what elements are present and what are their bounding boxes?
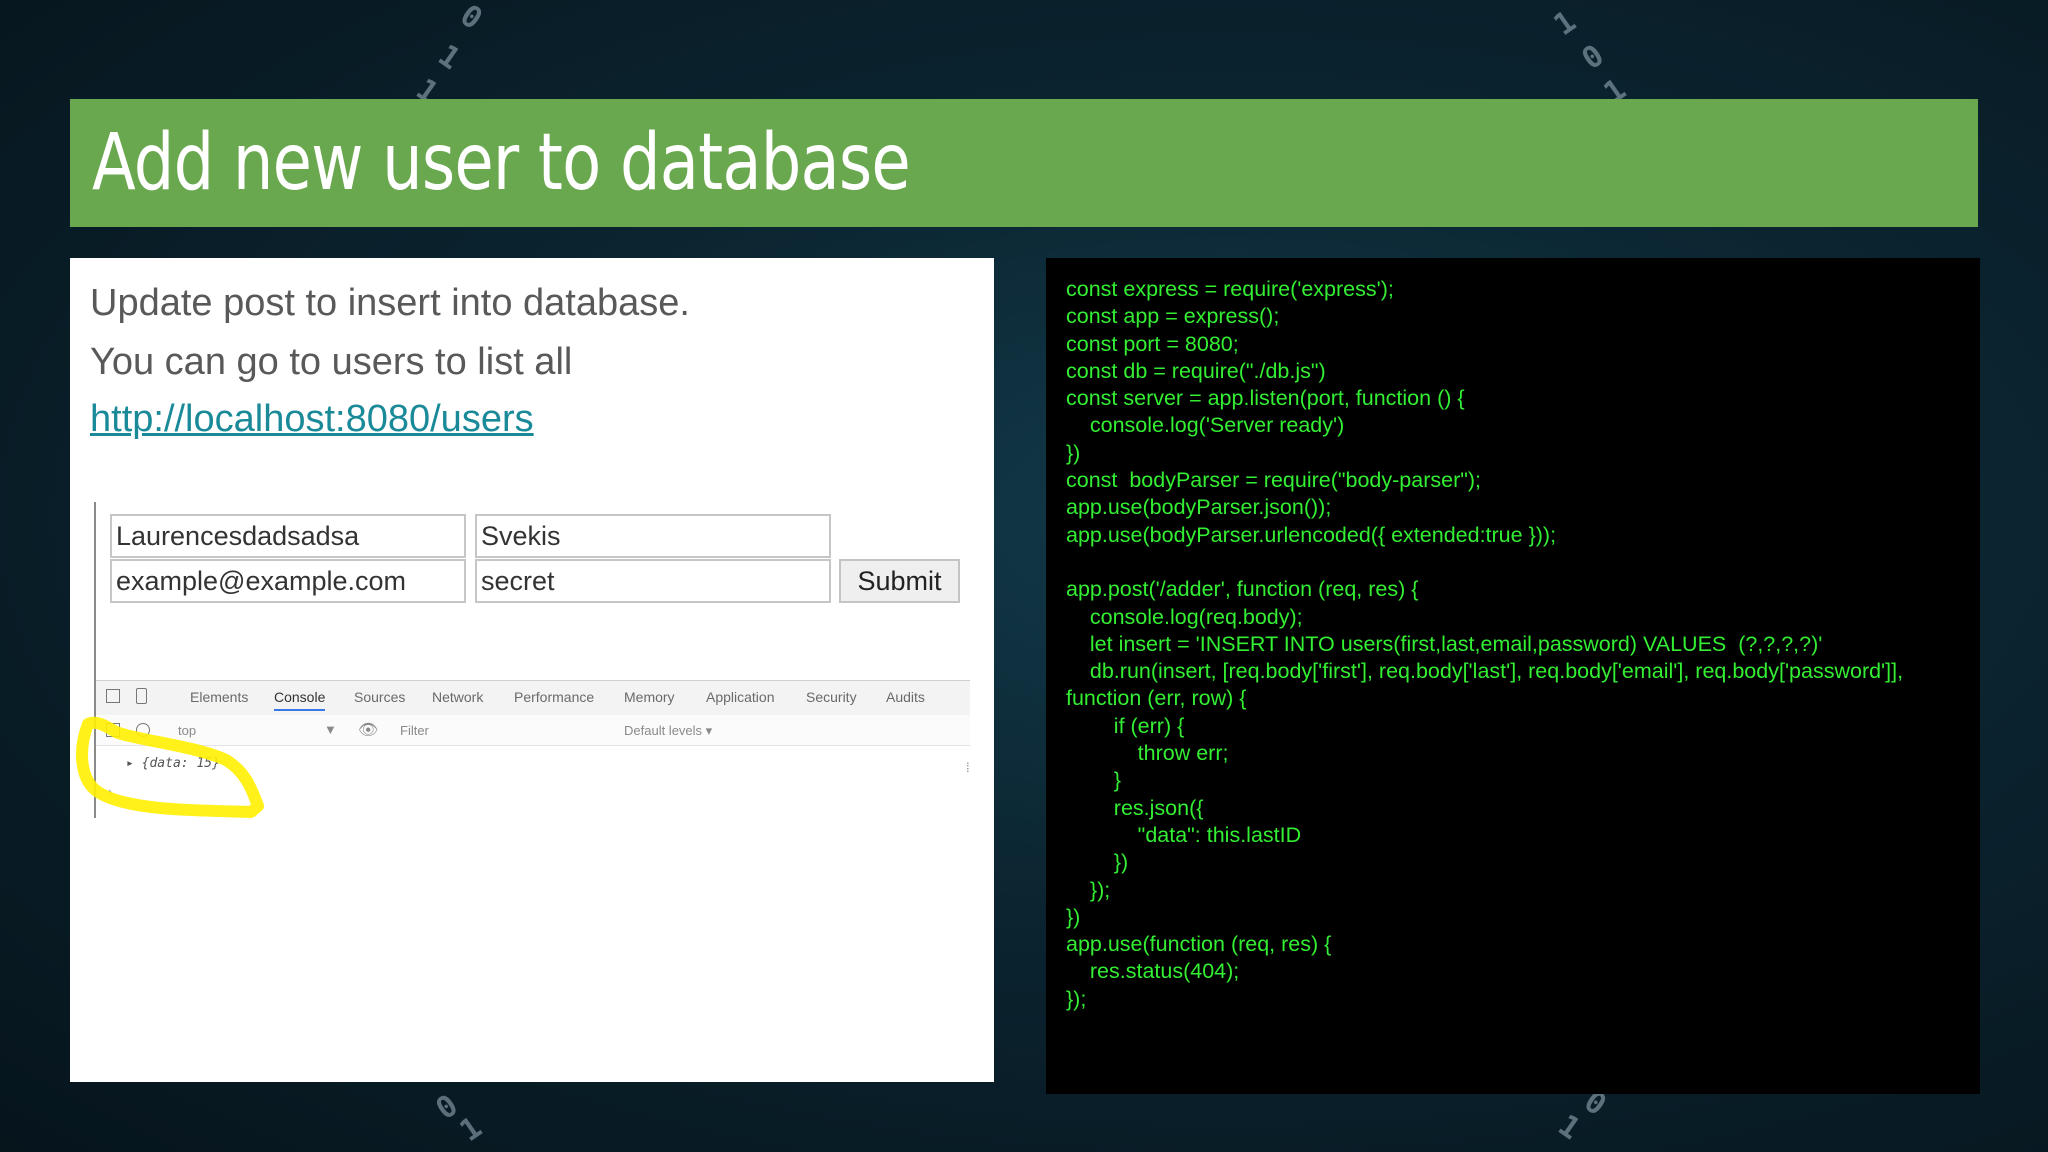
devtools-panel: Elements Console Sources Network Perform… <box>76 680 970 820</box>
tab-elements[interactable]: Elements <box>190 689 248 705</box>
chevron-down-icon[interactable]: ▼ <box>324 722 337 737</box>
code-panel: const express = require('express'); const… <box>1046 258 1980 1094</box>
tab-memory[interactable]: Memory <box>624 689 675 705</box>
code-line: if (err) { <box>1066 713 1185 738</box>
code-line: throw err; <box>1066 741 1229 766</box>
yellow-highlight-mark <box>76 716 264 818</box>
code-line: db.run(insert, [req.body['first'], req.b… <box>1066 659 1904 684</box>
code-line: app.post('/adder', function (req, res) { <box>1066 577 1419 602</box>
eye-icon[interactable]: 👁 <box>358 720 378 740</box>
left-content-panel: Update post to insert into database. You… <box>70 258 994 1082</box>
code-line: }) <box>1066 850 1129 875</box>
code-line: app.use(bodyParser.urlencoded({ extended… <box>1066 522 1557 547</box>
code-line: const db = require("./db.js") <box>1066 358 1326 383</box>
filter-input[interactable]: Filter <box>400 723 429 738</box>
password-field[interactable]: secret <box>475 559 831 603</box>
code-line: let insert = 'INSERT INTO users(first,la… <box>1066 631 1823 656</box>
slide-title-bar: Add new user to database <box>70 99 1978 227</box>
code-line: const app = express(); <box>1066 304 1280 329</box>
code-line: }) <box>1066 440 1081 465</box>
code-line: console.log('Server ready') <box>1066 413 1345 438</box>
background-binary-glyph: 1 <box>431 37 467 78</box>
code-line: }) <box>1066 904 1081 929</box>
code-line: app.use(function (req, res) { <box>1066 932 1332 957</box>
code-line: }); <box>1066 877 1111 902</box>
code-line: }); <box>1066 986 1087 1011</box>
email-field[interactable]: example@example.com <box>110 559 466 603</box>
slide-title: Add new user to database <box>92 118 911 208</box>
submit-button[interactable]: Submit <box>839 559 960 603</box>
background-binary-glyph: 0 <box>453 0 489 38</box>
tab-application[interactable]: Application <box>706 689 775 705</box>
description-line: Update post to insert into database. <box>90 282 690 324</box>
background-binary-glyph: 0 <box>1575 37 1611 78</box>
tab-network[interactable]: Network <box>432 689 483 705</box>
code-line: res.status(404); <box>1066 959 1240 984</box>
code-line: console.log(req.body); <box>1066 604 1303 629</box>
description-line: You can go to users to list all <box>90 341 573 383</box>
log-levels-dropdown[interactable]: Default levels ▾ <box>624 723 712 739</box>
code-line: const server = app.listen(port, function… <box>1066 386 1465 411</box>
code-line: const port = 8080; <box>1066 331 1239 356</box>
code-line: const bodyParser = require("body-parser"… <box>1066 468 1481 493</box>
background-binary-glyph: 1 <box>1547 3 1583 44</box>
code-line: app.use(bodyParser.json()); <box>1066 495 1332 520</box>
code-line: function (err, row) { <box>1066 686 1247 711</box>
tab-console[interactable]: Console <box>274 689 326 711</box>
tab-audits[interactable]: Audits <box>886 689 925 705</box>
first-name-field[interactable]: Laurencesdadsadsa <box>110 514 466 558</box>
device-toolbar-icon[interactable] <box>136 688 147 704</box>
code-line: res.json({ <box>1066 795 1204 820</box>
background-binary-glyph: 1 <box>453 1109 489 1150</box>
tab-sources[interactable]: Sources <box>354 689 405 705</box>
console-scroll-marker: ⁞ <box>966 760 970 775</box>
code-line: "data": this.lastID <box>1066 822 1302 847</box>
tab-performance[interactable]: Performance <box>514 689 594 705</box>
last-name-field[interactable]: Svekis <box>475 514 831 558</box>
code-line: } <box>1066 768 1121 793</box>
code-line: const express = require('express'); <box>1066 277 1394 301</box>
users-link[interactable]: http://localhost:8080/users <box>90 398 534 441</box>
inspect-element-icon[interactable] <box>106 689 120 703</box>
browser-screenshot: Laurencesdadsadsa Svekis example@example… <box>76 502 970 822</box>
tab-security[interactable]: Security <box>806 689 857 705</box>
